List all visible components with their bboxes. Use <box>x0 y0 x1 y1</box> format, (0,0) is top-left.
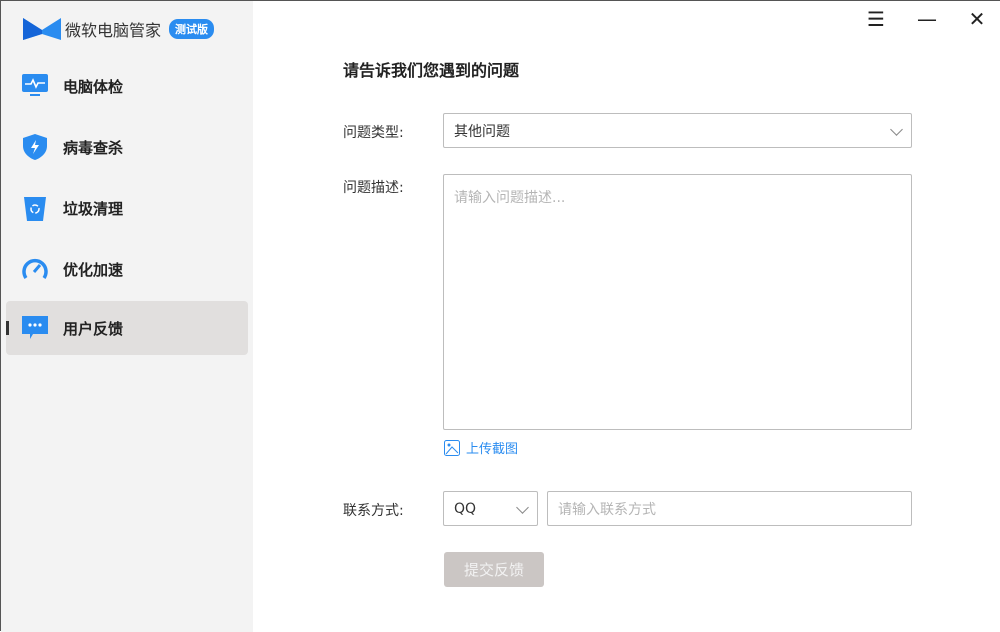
upload-label: 上传截图 <box>466 442 519 457</box>
speedometer-icon <box>21 255 49 283</box>
chevron-down-icon <box>890 123 903 136</box>
type-label: 问题类型: <box>343 125 404 141</box>
beta-badge: 测试版 <box>169 19 215 39</box>
close-icon: ✕ <box>968 7 986 31</box>
sidebar-item-checkup[interactable]: 电脑体检 <box>6 59 248 113</box>
minimize-icon: — <box>917 7 937 31</box>
submit-feedback-button[interactable]: 提交反馈 <box>444 552 544 587</box>
page-title: 请告诉我们您遇到的问题 <box>343 61 520 80</box>
hamburger-icon: ☰ <box>867 7 885 31</box>
sidebar-item-label: 电脑体检 <box>63 77 124 96</box>
sidebar-item-cleanup[interactable]: 垃圾清理 <box>6 181 248 235</box>
recycle-bin-icon <box>21 194 49 222</box>
sidebar-item-label: 用户反馈 <box>63 319 124 338</box>
sidebar: 微软电脑管家 测试版 电脑体检 病毒查杀 垃圾清理 优化加速 用户反馈 <box>1 1 253 632</box>
problem-type-select[interactable]: 其他问题 <box>443 113 912 148</box>
contact-label: 联系方式: <box>343 503 404 519</box>
problem-type-value: 其他问题 <box>454 123 510 140</box>
image-icon <box>444 439 460 456</box>
menu-button[interactable]: ☰ <box>861 7 891 31</box>
shield-bolt-icon <box>21 133 49 161</box>
monitor-pulse-icon <box>21 72 49 100</box>
chat-bubble-icon <box>21 314 49 342</box>
sidebar-item-label: 优化加速 <box>63 260 124 279</box>
logo-icon <box>23 18 61 40</box>
description-placeholder: 请输入问题描述... <box>454 190 566 206</box>
contact-placeholder: 请输入联系方式 <box>558 501 656 518</box>
app-name: 微软电脑管家 <box>65 21 162 40</box>
upload-screenshot-link[interactable]: 上传截图 <box>444 438 518 457</box>
chevron-down-icon <box>516 501 529 514</box>
sidebar-item-optimize[interactable]: 优化加速 <box>6 242 248 296</box>
contact-type-select[interactable]: QQ <box>443 491 538 526</box>
contact-input[interactable]: 请输入联系方式 <box>547 491 912 526</box>
sidebar-item-label: 垃圾清理 <box>63 199 124 218</box>
description-textarea[interactable]: 请输入问题描述... <box>443 174 912 430</box>
contact-type-value: QQ <box>454 500 477 517</box>
app-logo: 微软电脑管家 测试版 <box>23 17 215 41</box>
minimize-button[interactable]: — <box>912 7 942 31</box>
close-button[interactable]: ✕ <box>962 7 992 31</box>
active-indicator <box>6 321 9 335</box>
sidebar-item-label: 病毒查杀 <box>63 138 124 157</box>
description-label: 问题描述: <box>343 180 404 196</box>
sidebar-item-feedback[interactable]: 用户反馈 <box>6 301 248 355</box>
sidebar-item-antivirus[interactable]: 病毒查杀 <box>6 120 248 174</box>
